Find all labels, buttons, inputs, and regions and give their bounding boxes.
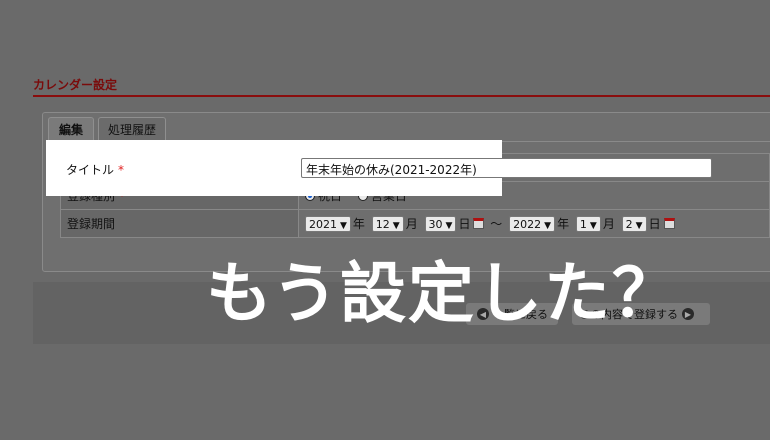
end-month-value: 1 xyxy=(579,217,587,231)
form-row-period: 登録期間 2021 ▼ 年 12 ▼ 月 30 ▼ 日 〜 2022 ▼ 年 1 ▼ 月 2 ▼ 日 xyxy=(60,209,770,238)
arrow-right-icon: ▶ xyxy=(682,308,694,320)
range-separator: 〜 xyxy=(490,217,503,231)
chevron-down-icon: ▼ xyxy=(392,220,400,231)
start-month-unit: 月 xyxy=(405,217,418,231)
overlay-caption: もう設定した？ xyxy=(206,255,681,332)
period-label-cell: 登録期間 xyxy=(60,209,299,238)
start-day-select[interactable]: 30 ▼ xyxy=(424,215,457,232)
tab-edit[interactable]: 編集 xyxy=(48,117,94,141)
title-label-wrap: タイトル * xyxy=(66,161,124,178)
calendar-icon[interactable] xyxy=(473,218,485,229)
chevron-down-icon: ▼ xyxy=(635,220,643,231)
end-year-select[interactable]: 2022 ▼ xyxy=(509,215,556,232)
start-day-unit: 日 xyxy=(458,217,471,231)
end-day-unit: 日 xyxy=(648,217,661,231)
chevron-down-icon: ▼ xyxy=(340,220,347,231)
start-year-value: 2021 xyxy=(309,217,337,231)
start-year-unit: 年 xyxy=(352,217,365,231)
calendar-icon[interactable] xyxy=(663,218,675,229)
start-month-value: 12 xyxy=(375,217,390,231)
period-value-cell: 2021 ▼ 年 12 ▼ 月 30 ▼ 日 〜 2022 ▼ 年 1 ▼ 月 2 ▼ 日 xyxy=(298,209,770,238)
chevron-down-icon: ▼ xyxy=(544,220,552,231)
title-label: タイトル xyxy=(66,163,115,177)
tab-history[interactable]: 処理履歴 xyxy=(98,117,166,141)
title-input[interactable]: 年末年始の休み(2021-2022年) xyxy=(301,158,712,178)
end-month-select[interactable]: 1 ▼ xyxy=(575,215,601,232)
title-divider xyxy=(33,95,770,97)
end-day-select[interactable]: 2 ▼ xyxy=(621,215,647,232)
start-month-select[interactable]: 12 ▼ xyxy=(371,215,404,232)
end-day-value: 2 xyxy=(625,217,633,231)
end-month-unit: 月 xyxy=(602,217,615,231)
start-year-select[interactable]: 2021 ▼ xyxy=(305,215,351,232)
page-title: カレンダー設定 xyxy=(33,78,118,92)
chevron-down-icon: ▼ xyxy=(445,220,453,231)
end-year-value: 2022 xyxy=(513,217,542,231)
start-day-value: 30 xyxy=(428,217,443,231)
period-label: 登録期間 xyxy=(67,217,116,231)
end-year-unit: 年 xyxy=(557,217,570,231)
required-mark: * xyxy=(118,163,125,177)
chevron-down-icon: ▼ xyxy=(589,220,597,231)
